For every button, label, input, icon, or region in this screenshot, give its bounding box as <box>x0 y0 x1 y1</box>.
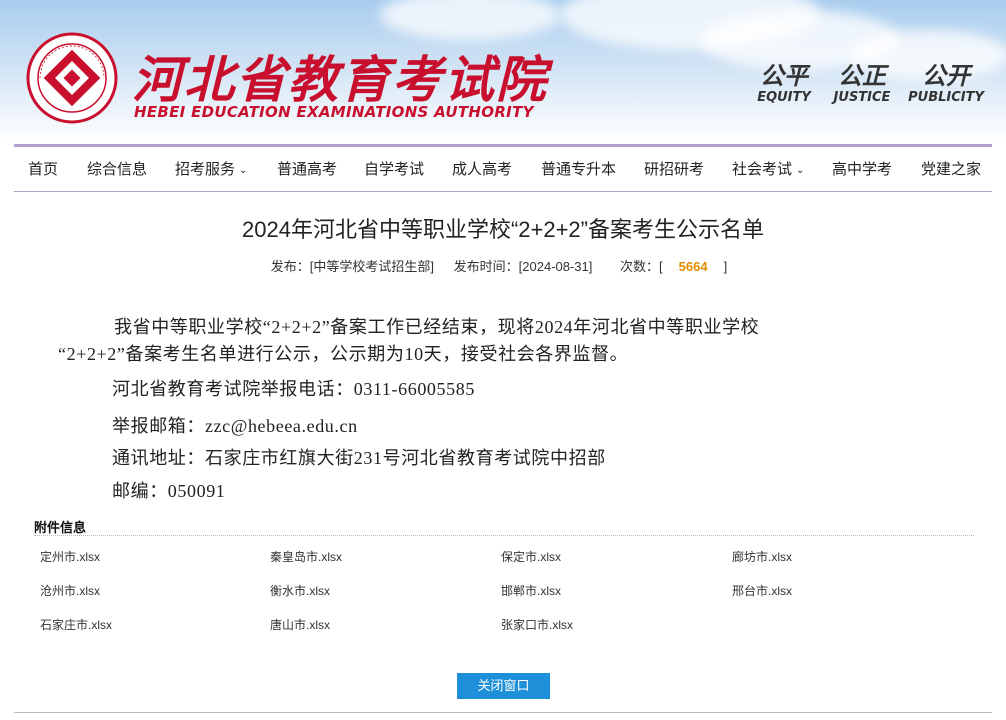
nav-item-general-info[interactable]: 综合信息 <box>87 147 147 192</box>
motto-en: PUBLICITY <box>908 90 984 105</box>
attachment-link[interactable]: 衡水市.xlsx <box>270 582 330 599</box>
nav-item-upgrade[interactable]: 普通专升本 <box>541 147 616 192</box>
attachment-link[interactable]: 保定市.xlsx <box>501 548 561 565</box>
motto-cn: 公正 <box>838 62 886 90</box>
nav-item-adult-exam[interactable]: 成人高考 <box>452 147 512 192</box>
close-window-button[interactable]: 关闭窗口 <box>457 673 550 699</box>
nav-item-self-study[interactable]: 自学考试 <box>364 147 424 192</box>
attachment-link[interactable]: 沧州市.xlsx <box>40 582 100 599</box>
nav-item-home[interactable]: 首页 <box>28 147 58 192</box>
nav-item-postgrad[interactable]: 研招研考 <box>644 147 704 192</box>
attachment-link[interactable]: 张家口市.xlsx <box>501 616 573 633</box>
nav-item-high-school[interactable]: 高中学考 <box>832 147 892 192</box>
divider <box>34 535 974 536</box>
nav-item-exam-services[interactable]: 招考服务 ⌄ <box>175 147 247 192</box>
report-phone: 河北省教育考试院举报电话：0311-66005585 <box>112 379 475 399</box>
motto-cn: 公平 <box>760 62 808 90</box>
motto-publicity: 公开 PUBLICITY <box>906 62 986 105</box>
hebei-exam-seal-icon[interactable] <box>26 32 118 124</box>
attachments-title: 附件信息 <box>34 520 87 535</box>
site-title-en: HEBEI EDUCATION EXAMINATIONS AUTHORITY <box>134 103 534 121</box>
attachment-link[interactable]: 石家庄市.xlsx <box>40 616 112 633</box>
article-title: 2024年河北省中等职业学校“2+2+2”备案考生公示名单 <box>242 217 764 242</box>
site-title-cn: 河北省教育考试院 <box>132 51 548 109</box>
motto-equity: 公平 EQUITY <box>748 62 820 105</box>
motto-en: JUSTICE <box>833 90 891 105</box>
motto-en: EQUITY <box>757 90 811 105</box>
publish-date: 发布时间：[2024-08-31] <box>453 259 593 274</box>
nav-item-party[interactable]: 党建之家 <box>921 147 981 192</box>
chevron-down-icon: ⌄ <box>239 165 248 176</box>
article-meta: 发布：[中等学校考试招生部] 发布时间：[2024-08-31] 次数：[566… <box>0 256 1006 275</box>
view-count: 次数：[5664] <box>620 259 728 274</box>
mailing-address: 通讯地址：石家庄市红旗大街231号河北省教育考试院中招部 <box>112 448 606 468</box>
chevron-down-icon: ⌄ <box>796 165 805 176</box>
publisher: 发布：[中等学校考试招生部] <box>270 259 435 274</box>
attachment-link[interactable]: 定州市.xlsx <box>40 548 100 565</box>
postcode: 邮编：050091 <box>112 481 226 501</box>
attachment-link[interactable]: 廊坊市.xlsx <box>732 548 792 565</box>
nav-item-gaokao[interactable]: 普通高考 <box>277 147 337 192</box>
paragraph-line-1: 我省中等职业学校“2+2+2”备案工作已经结束，现将2024年河北省中等职业学校 <box>114 317 760 337</box>
motto-cn: 公开 <box>922 62 970 90</box>
attachment-link[interactable]: 唐山市.xlsx <box>270 616 330 633</box>
attachment-link[interactable]: 秦皇岛市.xlsx <box>270 548 342 565</box>
paragraph-line-2: “2+2+2”备案考生名单进行公示，公示期为10天，接受社会各界监督。 <box>58 344 629 364</box>
nav-item-social-exam[interactable]: 社会考试 ⌄ <box>732 147 804 192</box>
site-header: 河北省教育考试院 HEBEI EDUCATION EXAMINATIONS AU… <box>0 0 1006 142</box>
motto-justice: 公正 JUSTICE <box>826 62 898 105</box>
attachment-link[interactable]: 邢台市.xlsx <box>732 582 792 599</box>
footer-divider <box>14 712 992 713</box>
main-nav: 首页 综合信息 招考服务 ⌄ 普通高考 自学考试 成人高考 普通专升本 研招研考 … <box>14 144 992 192</box>
attachment-link[interactable]: 邯郸市.xlsx <box>501 582 561 599</box>
report-email: 举报邮箱：zzc@hebeea.edu.cn <box>112 416 358 436</box>
